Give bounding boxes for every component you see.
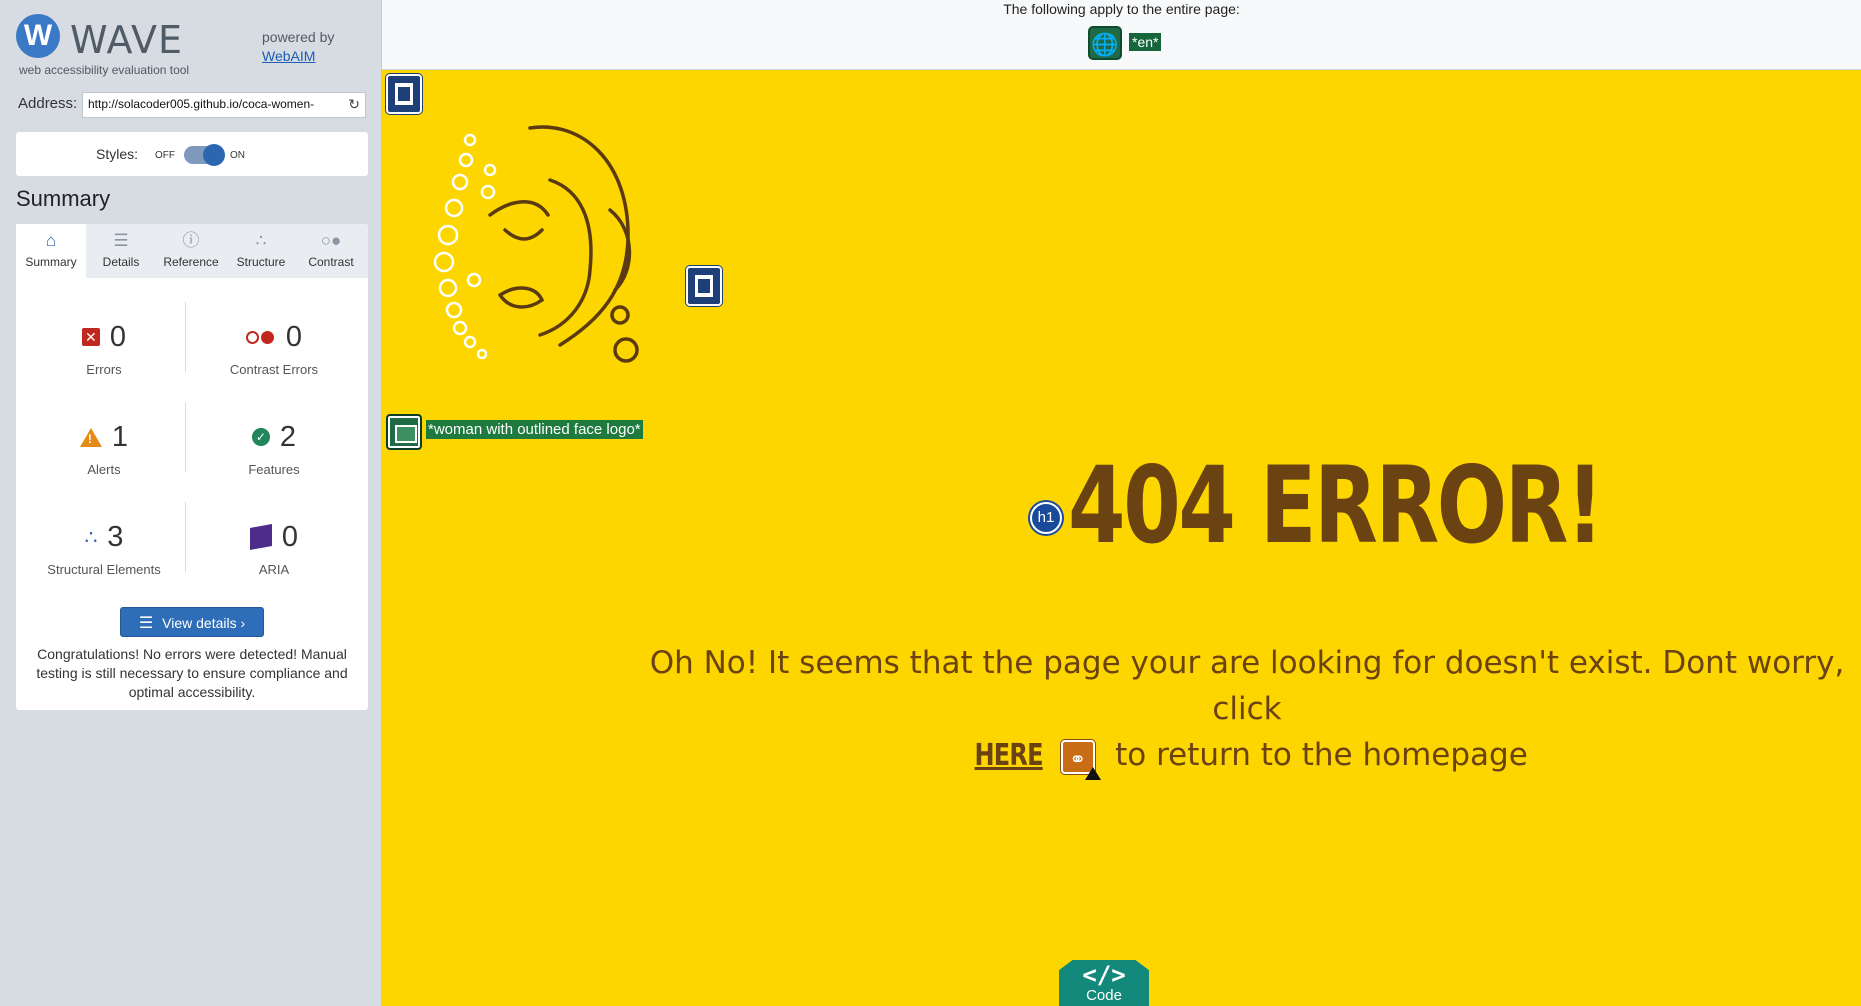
styles-toggle[interactable] — [184, 144, 225, 166]
styles-label: Styles: — [96, 146, 139, 162]
tab-details[interactable]: ☰ Details — [86, 224, 156, 278]
panel-tabs: ⌂ Summary ☰ Details ⓘ Reference ∴ Struct… — [16, 224, 368, 278]
list-icon: ☰ — [138, 615, 154, 632]
congrats-message: Congratulations! No errors were detected… — [36, 646, 348, 700]
structural-label: Structural Elements — [47, 562, 161, 577]
error-message: Oh No! It seems that the page your are l… — [622, 640, 1861, 782]
alerts-count: 1 — [111, 420, 129, 453]
code-toggle-button[interactable]: </> Code — [1059, 960, 1149, 1006]
tab-reference[interactable]: ⓘ Reference — [156, 224, 226, 278]
view-details-label: View details › — [162, 615, 246, 631]
page-scrollbar[interactable] — [1851, 70, 1861, 1006]
powered-by: powered by WebAIM — [262, 28, 334, 66]
globe-icon[interactable]: 🌐 — [1088, 26, 1122, 60]
link-alert-icon[interactable] — [1061, 736, 1102, 782]
structural-count: 3 — [107, 520, 124, 553]
tab-summary-label: Summary — [25, 255, 77, 269]
structure-icon: ∴ — [84, 526, 98, 549]
info-icon: ⓘ — [182, 231, 200, 250]
page-wide-bar: The following apply to the entire page: … — [382, 0, 1861, 70]
stat-alerts[interactable]: ! 1 Alerts — [24, 418, 184, 498]
page-heading: 404 ERROR! — [1068, 444, 1604, 567]
feature-icon: ✓ — [251, 428, 270, 446]
aria-count: 0 — [281, 520, 299, 553]
wave-brand: W WAVE web accessibility evaluation tool… — [16, 14, 366, 78]
tab-summary[interactable]: ⌂ Summary — [16, 224, 86, 278]
code-icon: </> — [1082, 961, 1126, 989]
stat-contrast-errors[interactable]: 0 Contrast Errors — [194, 318, 354, 398]
contrast-error-icon — [245, 330, 276, 344]
styles-toggle-knob — [203, 144, 225, 166]
wave-tagline: web accessibility evaluation tool — [19, 63, 190, 77]
wave-logo-icon: W — [16, 14, 60, 58]
styles-on-label: ON — [230, 150, 245, 161]
tab-reference-label: Reference — [163, 255, 219, 269]
summary-panel: ⌂ Summary ☰ Details ⓘ Reference ∴ Struct… — [16, 224, 368, 710]
contrast-errors-label: Contrast Errors — [229, 362, 319, 377]
page-wide-text: The following apply to the entire page: — [1003, 1, 1240, 17]
aria-icon — [249, 524, 272, 550]
home-link[interactable]: HERE — [975, 733, 1044, 779]
alert-icon: ! — [79, 427, 102, 447]
stat-structural[interactable]: ∴ 3 Structural Elements — [24, 518, 184, 598]
summary-heading: Summary — [16, 186, 111, 211]
h1-icon[interactable]: h1 — [1030, 502, 1062, 534]
message-line-1: Oh No! It seems that the page your are l… — [649, 645, 1845, 727]
woman-face-logo — [433, 125, 639, 363]
address-value: http://solacoder005.github.io/coca-women… — [88, 97, 315, 111]
reload-icon[interactable]: ↻ — [348, 96, 360, 113]
powered-by-text: powered by — [262, 29, 335, 45]
alerts-label: Alerts — [87, 462, 121, 477]
region-icon[interactable] — [386, 74, 422, 114]
message-line-2: HERE to return to the homepage — [622, 732, 1861, 782]
divider — [185, 502, 186, 572]
evaluated-page: *woman with outlined face logo* h1 404 E… — [382, 70, 1861, 1006]
errors-count: 0 — [109, 320, 127, 353]
stat-errors[interactable]: ✕ 0 Errors — [24, 318, 184, 398]
tab-details-label: Details — [102, 255, 140, 269]
list-icon: ☰ — [113, 231, 129, 250]
stat-features[interactable]: ✓ 2 Features — [194, 418, 354, 498]
tab-structure[interactable]: ∴ Structure — [226, 224, 296, 278]
language-label: *en* — [1129, 33, 1162, 51]
errors-label: Errors — [86, 362, 122, 377]
webaim-link[interactable]: WebAIM — [262, 48, 315, 64]
home-icon: ⌂ — [45, 231, 57, 250]
code-label: Code — [1086, 987, 1122, 1004]
tab-contrast[interactable]: ○● Contrast — [296, 224, 366, 278]
divider — [185, 402, 186, 472]
view-details-button[interactable]: ☰ View details › — [120, 607, 264, 637]
features-label: Features — [248, 462, 300, 477]
address-input[interactable]: http://solacoder005.github.io/coca-women… — [82, 92, 366, 118]
contrast-icon: ○● — [320, 231, 342, 250]
image-alt-text: *woman with outlined face logo* — [426, 420, 643, 439]
warning-icon — [1085, 766, 1102, 780]
styles-toggle-box: Styles: OFF ON — [16, 132, 368, 176]
address-label: Address: — [18, 95, 78, 112]
styles-off-label: OFF — [155, 150, 175, 161]
image-alt-icon[interactable] — [386, 414, 422, 450]
landmark-icon[interactable] — [686, 266, 722, 306]
tab-contrast-label: Contrast — [308, 255, 354, 269]
contrast-errors-count: 0 — [285, 320, 303, 353]
structure-icon: ∴ — [255, 231, 267, 250]
features-count: 2 — [279, 420, 297, 453]
address-row: Address: http://solacoder005.github.io/c… — [16, 92, 368, 118]
aria-label: ARIA — [258, 562, 290, 577]
wave-logo-text: WAVE — [70, 18, 184, 62]
stat-aria[interactable]: 0 ARIA — [194, 518, 354, 598]
error-icon: ✕ — [81, 328, 100, 346]
wave-sidebar: W WAVE web accessibility evaluation tool… — [0, 0, 382, 1006]
message-line-2-text: to return to the homepage — [1115, 737, 1528, 773]
divider — [185, 302, 186, 372]
tab-structure-label: Structure — [236, 255, 286, 269]
